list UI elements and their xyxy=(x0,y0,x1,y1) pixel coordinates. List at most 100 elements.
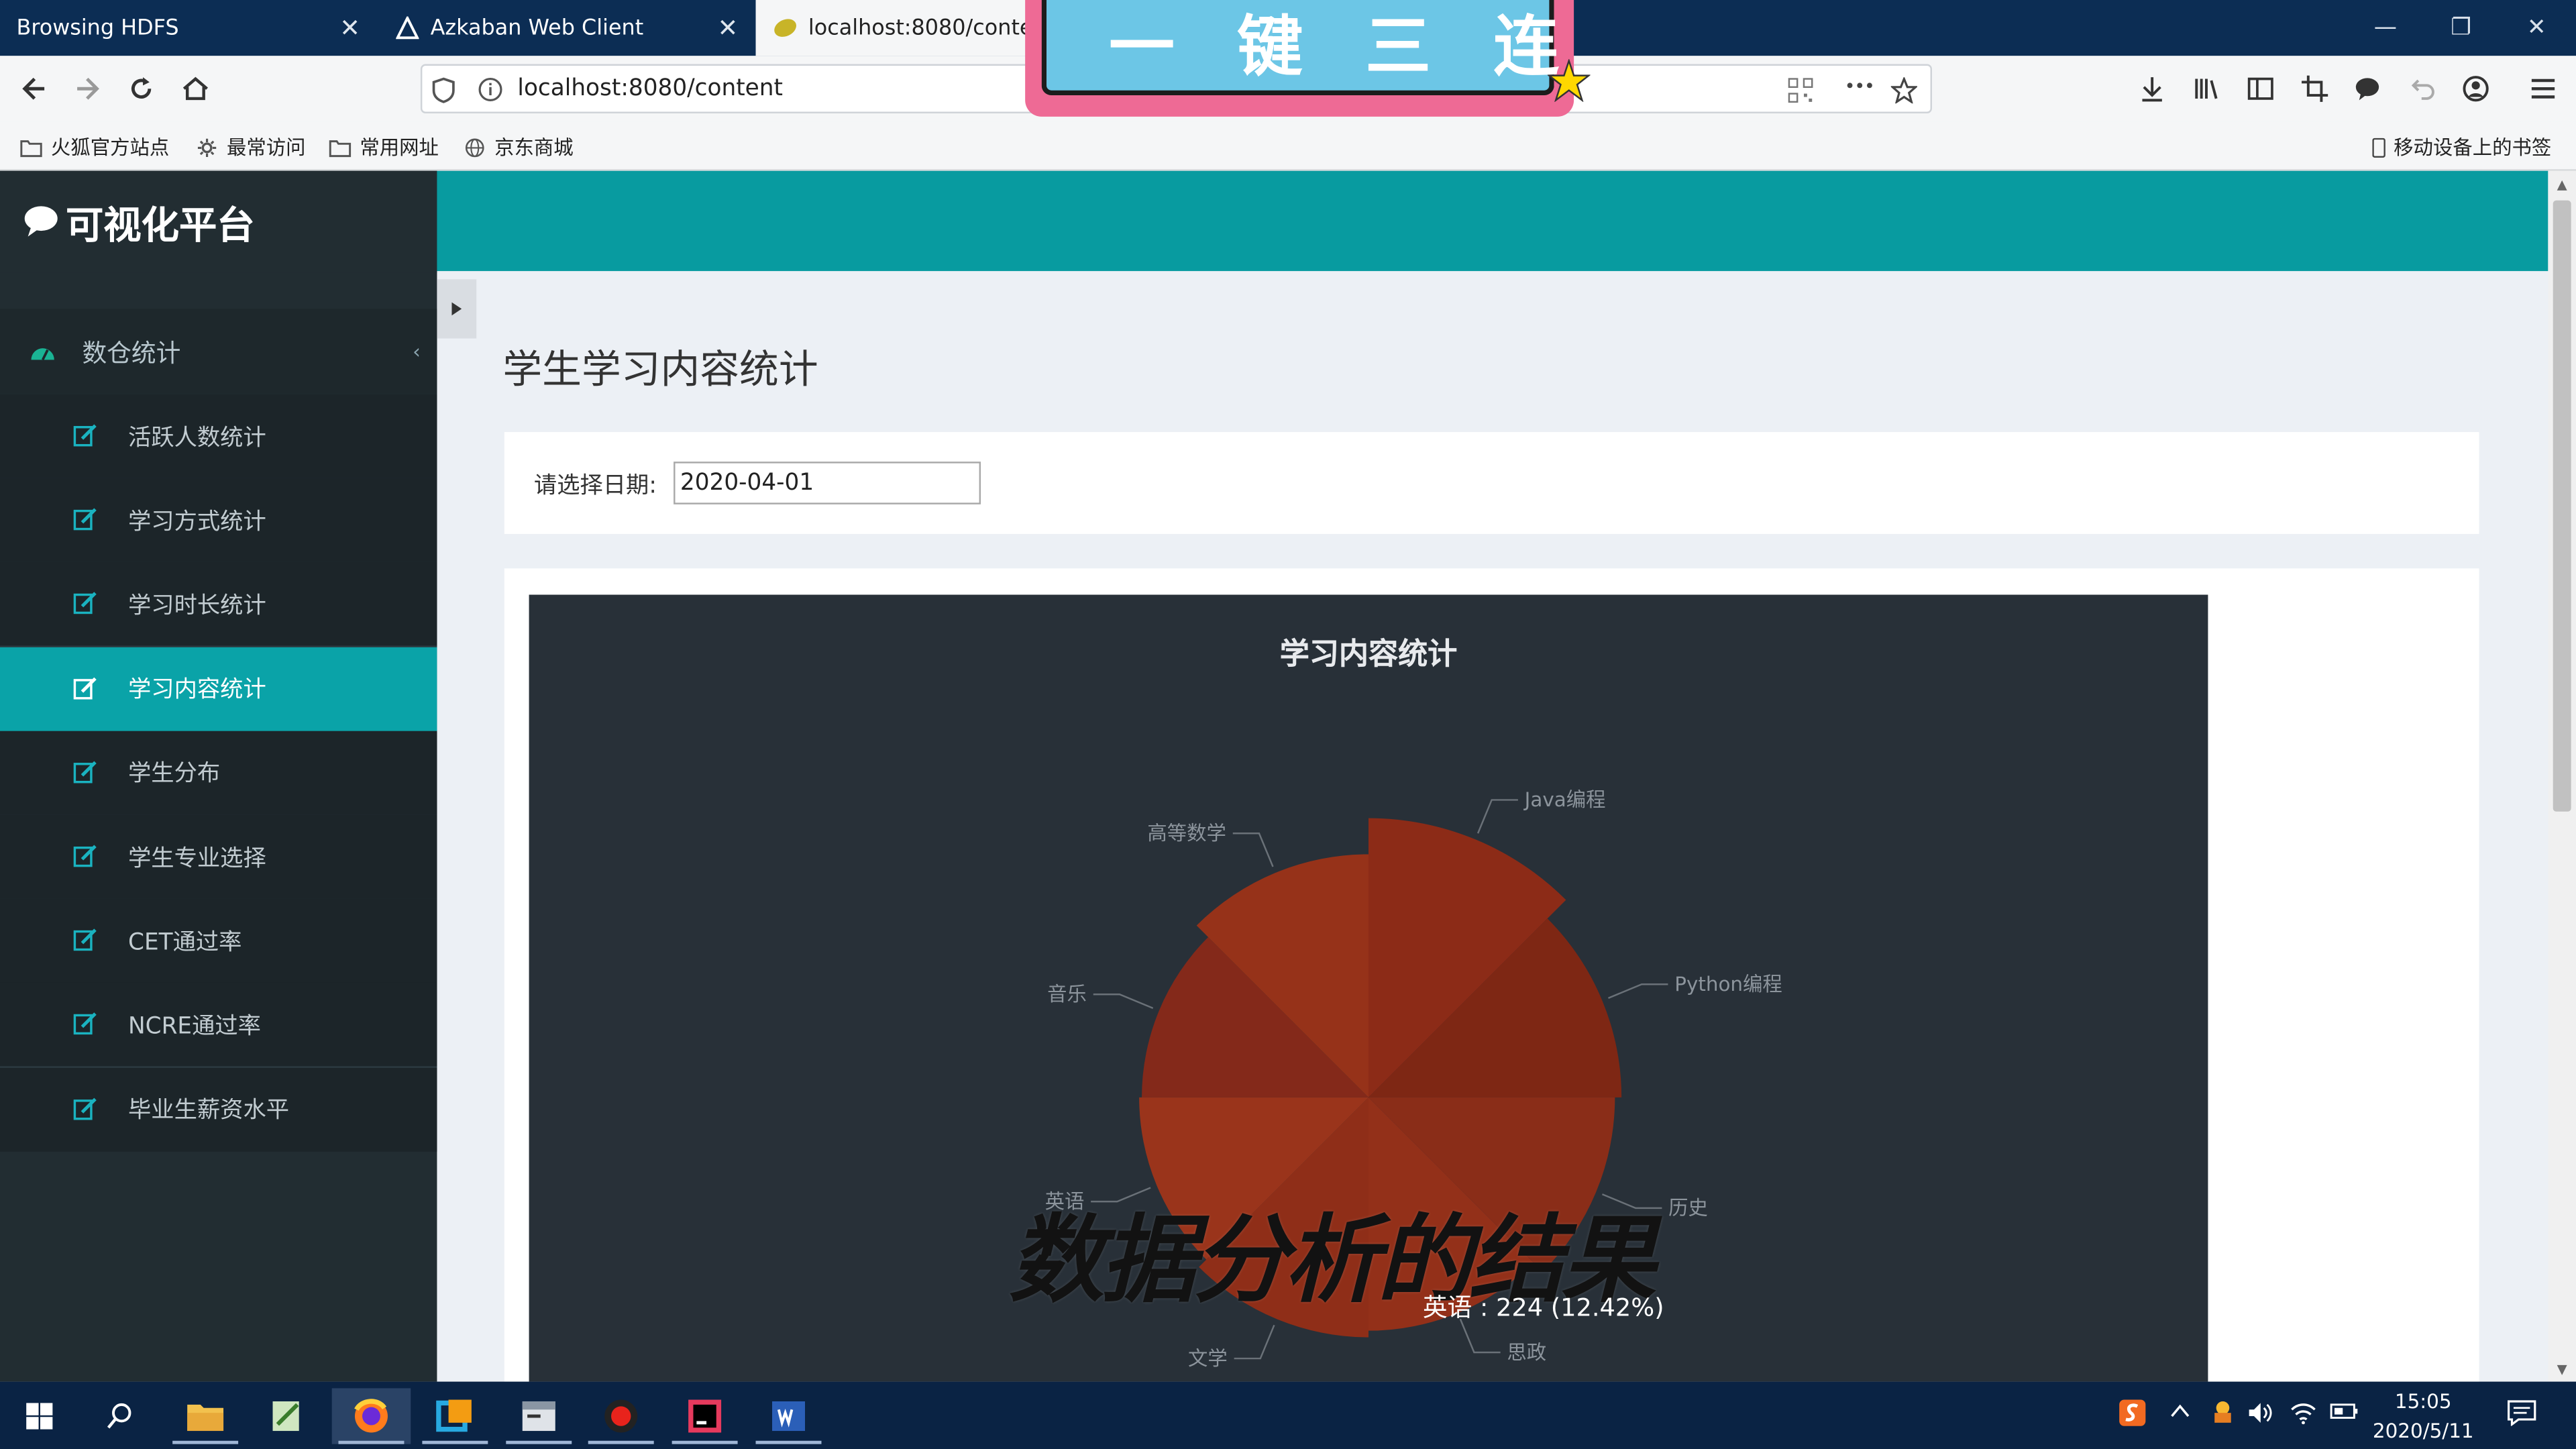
folder-icon xyxy=(20,139,42,156)
system-clock[interactable]: 15:05 2020/5/11 xyxy=(2366,1387,2481,1446)
notepad-icon[interactable] xyxy=(248,1388,327,1444)
restore-button[interactable]: ❐ xyxy=(2423,0,2499,56)
wifi-icon[interactable] xyxy=(2290,1401,2316,1430)
sidebar-item-label: 学生分布 xyxy=(128,761,221,788)
home-icon[interactable] xyxy=(171,66,220,112)
sidebar-item[interactable]: 学习内容统计 xyxy=(0,646,437,731)
account-icon[interactable] xyxy=(2451,66,2500,112)
close-icon[interactable]: ✕ xyxy=(703,13,752,43)
tab-localhost-content[interactable]: localhost:8080/content xyxy=(755,0,1029,56)
slice-label: Python编程 xyxy=(1674,973,1782,996)
caret-right-icon xyxy=(451,302,462,316)
sidebar-item[interactable]: 学生分布 xyxy=(0,731,437,815)
notification-icon[interactable] xyxy=(2507,1400,2536,1432)
slice-label: Java编程 xyxy=(1523,788,1606,811)
edit-icon xyxy=(73,1013,97,1036)
bookmark-label: 火狐官方站点 xyxy=(50,136,170,160)
sidebar-item-label: 毕业生薪资水平 xyxy=(128,1097,290,1124)
volume-icon[interactable] xyxy=(2247,1401,2273,1430)
taskbar: 15:05 2020/5/11 xyxy=(0,1381,2576,1449)
sidebar-item[interactable]: CET通过率 xyxy=(0,899,437,983)
edit-icon xyxy=(73,508,97,531)
intellij-icon[interactable] xyxy=(665,1388,745,1444)
bookmark-most-visited[interactable]: 最常访问 xyxy=(195,133,306,161)
bookmark-jd[interactable]: 京东商城 xyxy=(464,133,574,161)
qr-code-icon[interactable] xyxy=(1787,77,1813,110)
collapse-toggle-button[interactable] xyxy=(437,279,477,339)
terminal-icon[interactable] xyxy=(499,1388,578,1444)
submenu: 活跃人数统计 学习方式统计学习时长统计 学习内容统计 学生分布学生专业选择 CET通过率… xyxy=(0,394,437,1151)
sidebar-item-label: 学习时长统计 xyxy=(128,592,266,619)
chevron-left-icon: ‹ xyxy=(413,339,421,364)
sogou-ime-icon[interactable] xyxy=(2118,1398,2147,1432)
record-icon[interactable] xyxy=(582,1388,661,1444)
scroll-up-icon[interactable]: ▲ xyxy=(2548,171,2576,197)
edit-icon xyxy=(73,424,97,447)
scroll-thumb[interactable] xyxy=(2553,200,2571,812)
close-window-button[interactable]: ✕ xyxy=(2499,0,2575,56)
globe-icon xyxy=(465,138,484,157)
promo-banner: 一键三连 xyxy=(1025,0,1591,117)
library-icon[interactable] xyxy=(2182,66,2231,112)
bookmarks-bar: 火狐官方站点 最常访问 常用网址 京东商城 移动设备上的书签 xyxy=(0,121,2576,171)
page-scrollbar[interactable]: ▲ ▼ xyxy=(2548,170,2576,1382)
label-leader-line xyxy=(1608,983,1668,999)
windows-start-icon[interactable] xyxy=(0,1388,79,1444)
sidebar-toggle-icon[interactable] xyxy=(2236,66,2285,112)
search-icon[interactable] xyxy=(80,1388,160,1444)
menu-icon[interactable] xyxy=(2518,66,2567,112)
download-icon[interactable] xyxy=(2127,66,2176,112)
firefox-icon[interactable] xyxy=(331,1388,411,1444)
sidebar-item[interactable]: 毕业生薪资水平 xyxy=(0,1067,437,1151)
tab-browsing-hdfs[interactable]: Browsing HDFS ✕ xyxy=(0,0,374,56)
app-tray-icon[interactable] xyxy=(2210,1398,2236,1430)
sidebar-item[interactable]: 学生专业选择 xyxy=(0,814,437,899)
word-icon[interactable] xyxy=(749,1388,828,1444)
scroll-down-icon[interactable]: ▼ xyxy=(2548,1355,2576,1381)
sidebar-item-label: 学习内容统计 xyxy=(128,677,266,704)
file-explorer-icon[interactable] xyxy=(166,1388,245,1444)
url-text: localhost:8080/content xyxy=(517,75,783,102)
label-leader-line xyxy=(1477,799,1518,834)
sidebar-item[interactable]: 学习方式统计 xyxy=(0,478,437,563)
undo-icon[interactable] xyxy=(2397,66,2446,112)
folder-icon xyxy=(329,139,352,156)
page-title: 学生学习内容统计 xyxy=(502,346,818,393)
sidebar-item[interactable]: 学习时长统计 xyxy=(0,562,437,647)
reload-icon[interactable] xyxy=(117,66,166,112)
top-header-bar xyxy=(437,170,2548,272)
bookmark-firefox[interactable]: 火狐官方站点 xyxy=(19,133,169,161)
mobile-bookmarks[interactable]: 移动设备上的书签 xyxy=(2372,133,2551,161)
date-label: 请选择日期: xyxy=(533,473,657,500)
chevron-up-icon[interactable] xyxy=(2170,1401,2190,1424)
label-leader-line xyxy=(1232,833,1274,867)
forward-icon[interactable] xyxy=(62,66,111,112)
edit-icon xyxy=(73,928,97,951)
info-icon[interactable] xyxy=(478,77,503,109)
more-actions-icon[interactable] xyxy=(1845,70,1874,103)
menu-section-warehouse[interactable]: 数仓统计 ‹ xyxy=(0,309,437,394)
date-input[interactable] xyxy=(674,462,981,504)
chart-area[interactable]: 学习内容统计 Java编程 Python编程 历史 思政 文学 英语 音乐 高等数学 数据分析… xyxy=(529,594,2208,1382)
close-icon[interactable]: ✕ xyxy=(325,13,374,43)
screenshot-icon[interactable] xyxy=(2290,66,2339,112)
bookmark-label: 移动设备上的书签 xyxy=(2394,136,2552,160)
clock-date: 2020/5/11 xyxy=(2372,1419,2474,1443)
back-icon[interactable] xyxy=(10,66,59,112)
tab-label: localhost:8080/content xyxy=(808,15,1028,41)
slice-label: 音乐 xyxy=(1047,983,1087,1006)
chat-icon[interactable] xyxy=(2343,66,2392,112)
battery-icon[interactable] xyxy=(2330,1401,2359,1426)
minimize-button[interactable]: — xyxy=(2348,0,2424,56)
sidebar-item[interactable]: 活跃人数统计 xyxy=(0,394,437,478)
bookmark-star-icon[interactable] xyxy=(1889,76,1919,110)
brand[interactable]: 可视化平台 xyxy=(0,170,437,273)
sidebar-item[interactable]: NCRE通过率 xyxy=(0,983,437,1067)
tab-azkaban[interactable]: Azkaban Web Client ✕ xyxy=(378,0,752,56)
bookmark-label: 京东商城 xyxy=(494,136,574,160)
shield-icon[interactable] xyxy=(432,77,455,110)
edit-icon xyxy=(73,1097,97,1120)
sidebar-item-label: NCRE通过率 xyxy=(128,1013,261,1040)
bookmark-common-sites[interactable]: 常用网址 xyxy=(329,133,439,161)
app-icon-blue[interactable] xyxy=(416,1388,495,1444)
